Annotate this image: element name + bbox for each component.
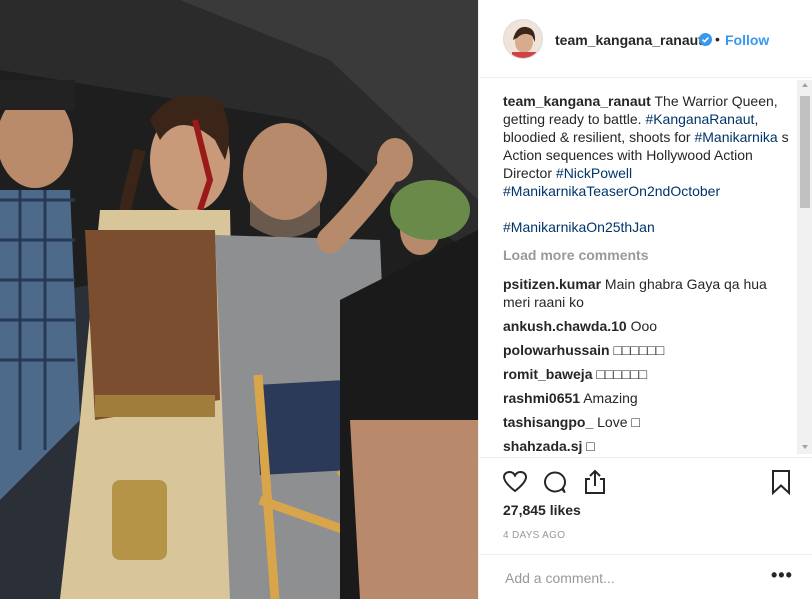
comment-item: rashmi0651 Amazing: [503, 389, 793, 407]
avatar[interactable]: [503, 19, 543, 59]
load-more-comments-button[interactable]: Load more comments: [503, 246, 793, 264]
comment-username[interactable]: shahzada.sj: [503, 438, 582, 454]
caption: team_kangana_ranaut The Warrior Queen, g…: [503, 92, 793, 236]
hashtag-link[interactable]: #ManikarnikaOn25thJan: [503, 219, 655, 235]
scroll-thumb[interactable]: [800, 96, 810, 208]
comment-text: □□□□□□: [596, 366, 648, 382]
scroll-up-arrow-icon[interactable]: [802, 83, 808, 87]
comment-item: ankush.chawda.10 Ooo: [503, 317, 793, 335]
comment-username[interactable]: psitizen.kumar: [503, 276, 601, 292]
comment-username[interactable]: tashisangpo_: [503, 414, 593, 430]
comment-text: □: [586, 438, 595, 454]
post-header: team_kangana_ranaut • Follow: [479, 0, 812, 78]
comment-item: shahzada.sj □: [503, 437, 793, 454]
follow-button[interactable]: Follow: [725, 32, 769, 48]
add-comment-input[interactable]: [503, 567, 757, 589]
heart-icon[interactable]: [501, 468, 529, 496]
author-username[interactable]: team_kangana_ranaut: [555, 32, 703, 48]
verified-icon: [699, 33, 712, 46]
comments-scrollbar[interactable]: [797, 80, 812, 454]
comment-username[interactable]: romit_baweja: [503, 366, 592, 382]
add-comment-bar: •••: [479, 554, 812, 601]
likes-count[interactable]: 27,845 likes: [503, 502, 581, 518]
bookmark-icon[interactable]: [767, 468, 795, 496]
comments-list[interactable]: team_kangana_ranaut The Warrior Queen, g…: [503, 92, 793, 454]
comment-text: Ooo: [630, 318, 658, 334]
comment-username[interactable]: polowarhussain: [503, 342, 610, 358]
comment-text: □□□□□□: [613, 342, 665, 358]
post-photo[interactable]: [0, 0, 478, 599]
hashtag-link[interactable]: #Manikarnika: [694, 129, 777, 145]
comment-item: tashisangpo_ Love □: [503, 413, 793, 431]
comment-username[interactable]: rashmi0651: [503, 390, 580, 406]
caption-username[interactable]: team_kangana_ranaut: [503, 93, 651, 109]
comment-item: polowarhussain □□□□□□: [503, 341, 793, 359]
share-icon[interactable]: [581, 468, 609, 496]
post-actions: 27,845 likes 4 DAYS AGO •••: [479, 457, 812, 599]
comment-text: Amazing: [583, 390, 638, 406]
comment-item: romit_baweja □□□□□□: [503, 365, 793, 383]
post-date[interactable]: 4 DAYS AGO: [503, 530, 565, 541]
hashtag-link[interactable]: #NickPowell: [556, 165, 632, 181]
more-options-icon[interactable]: •••: [771, 565, 793, 586]
comment-item: psitizen.kumar Main ghabra Gaya qa hua m…: [503, 275, 793, 311]
hashtag-link[interactable]: #ManikarnikaTeaserOn2ndOctober: [503, 183, 720, 199]
comment-icon[interactable]: [541, 468, 569, 496]
comment-username[interactable]: ankush.chawda.10: [503, 318, 627, 334]
scroll-down-arrow-icon[interactable]: [802, 445, 808, 449]
comment-text: Love □: [597, 414, 640, 430]
post-panel: team_kangana_ranaut • Follow team_kangan…: [478, 0, 812, 599]
separator-dot: •: [715, 31, 720, 47]
hashtag-link[interactable]: #KanganaRanaut: [645, 111, 754, 127]
